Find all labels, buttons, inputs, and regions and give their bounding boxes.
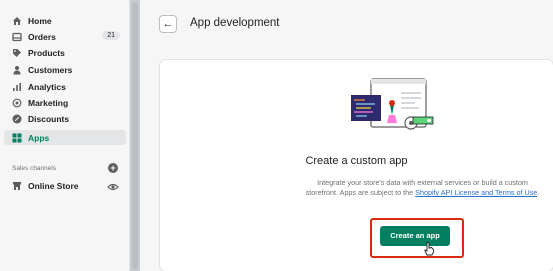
sidebar-item-label: Home	[28, 15, 52, 26]
sidebar-item-label: Online Store	[28, 180, 79, 191]
sidebar-item-customers[interactable]: Customers	[4, 62, 126, 77]
add-sales-channel-button[interactable]: +	[108, 163, 118, 173]
create-app-card: Create a custom app Integrate your store…	[160, 60, 553, 271]
arrow-left-icon: ←	[162, 18, 174, 30]
card-description: Integrate your store's data with externa…	[305, 178, 540, 198]
sidebar-item-label: Orders	[28, 31, 56, 42]
sidebar-item-label: Products	[28, 47, 65, 58]
apps-icon	[12, 133, 22, 143]
bar-chart-icon	[12, 82, 22, 92]
person-icon	[12, 65, 22, 75]
sidebar-item-apps[interactable]: Apps	[4, 130, 126, 145]
sidebar: Home Orders 21 Products Customers Analyt…	[0, 0, 130, 271]
sidebar-item-label: Apps	[28, 132, 50, 143]
card-title: Create a custom app	[305, 155, 408, 167]
sidebar-item-label: Analytics	[28, 81, 66, 92]
home-icon	[12, 16, 22, 26]
page-title: App development	[190, 17, 280, 29]
sidebar-item-discounts[interactable]: Discounts	[4, 111, 126, 126]
sidebar-item-orders[interactable]: Orders 21	[4, 29, 126, 44]
main-content: ← App development Create a custom app In…	[140, 0, 553, 271]
back-arrow-button[interactable]: ←	[159, 15, 177, 33]
hand-cursor-icon	[423, 242, 435, 256]
shopify-api-license-link[interactable]: Shopify API License and Terms of Use	[415, 188, 537, 197]
sidebar-item-label: Marketing	[28, 97, 69, 108]
view-online-store-eye-icon[interactable]	[107, 179, 119, 191]
app-development-illustration	[343, 75, 438, 150]
sidebar-item-label: Customers	[28, 64, 73, 75]
sales-channels-label: Sales channels	[12, 165, 57, 172]
sidebar-item-analytics[interactable]: Analytics	[4, 79, 126, 94]
scrollbar-thumb[interactable]	[132, 2, 138, 269]
sidebar-scrollbar[interactable]	[130, 0, 140, 271]
orders-icon	[12, 32, 22, 42]
create-an-app-button[interactable]: Create an app	[380, 226, 450, 246]
orders-count-badge: 21	[102, 31, 120, 40]
discount-icon	[12, 114, 22, 124]
target-icon	[12, 98, 22, 108]
sidebar-item-home[interactable]: Home	[4, 13, 126, 28]
card-description-end: .	[537, 188, 540, 197]
sidebar-item-products[interactable]: Products	[4, 45, 126, 60]
sidebar-item-marketing[interactable]: Marketing	[4, 95, 126, 110]
sidebar-item-label: Discounts	[28, 113, 70, 124]
store-icon	[12, 181, 22, 191]
tag-icon	[12, 48, 22, 58]
